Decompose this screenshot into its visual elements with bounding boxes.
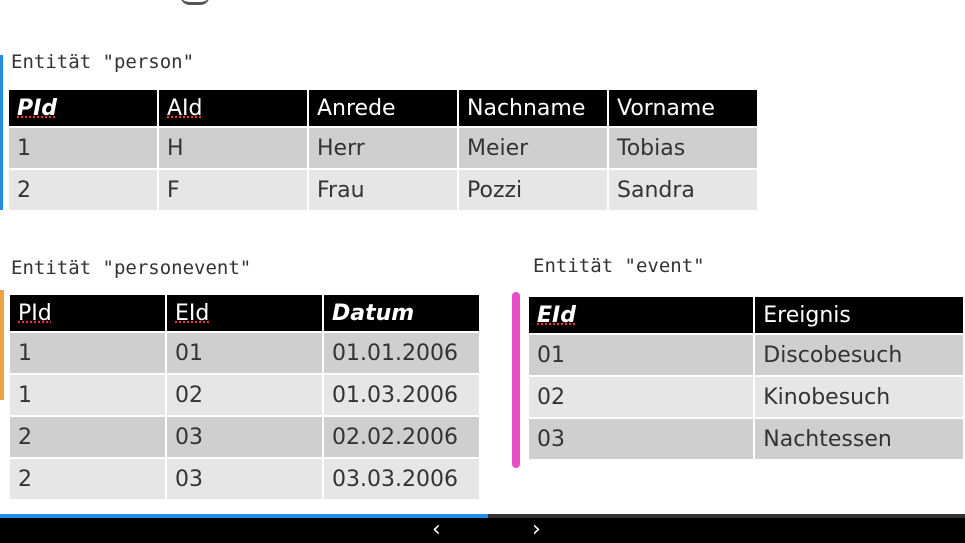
previous-slide-button[interactable]: ‹ bbox=[432, 518, 441, 542]
personevent-marker bbox=[0, 290, 4, 400]
table-row: 02 Kinobesuch bbox=[529, 377, 963, 417]
column-header-pid: PId bbox=[9, 90, 157, 126]
cell: 2 bbox=[9, 170, 157, 210]
table-row: 2 03 03.03.2006 bbox=[10, 459, 479, 499]
event-entity-label: Entität "event" bbox=[533, 255, 705, 277]
table-row: 1 02 01.03.2006 bbox=[10, 375, 479, 415]
cell: 2 bbox=[10, 417, 165, 457]
column-header-eid: EId bbox=[167, 295, 322, 331]
cell: 2 bbox=[10, 459, 165, 499]
cell: 1 bbox=[10, 375, 165, 415]
cell: 01 bbox=[167, 333, 322, 373]
cell: Meier bbox=[459, 128, 607, 168]
table-row: 01 Discobesuch bbox=[529, 335, 963, 375]
table-row: 1 H Herr Meier Tobias bbox=[9, 128, 757, 168]
cell: Pozzi bbox=[459, 170, 607, 210]
personevent-entity-label: Entität "personevent" bbox=[11, 257, 252, 279]
column-header-nachname: Nachname bbox=[459, 90, 607, 126]
column-header-vorname: Vorname bbox=[609, 90, 757, 126]
person-entity-label: Entität "person" bbox=[11, 51, 195, 73]
cell: 03 bbox=[167, 417, 322, 457]
cell: 03.03.2006 bbox=[324, 459, 479, 499]
column-header-aid: AId bbox=[159, 90, 307, 126]
cell: 1 bbox=[9, 128, 157, 168]
table-row: 2 F Frau Pozzi Sandra bbox=[9, 170, 757, 210]
cell: 01.03.2006 bbox=[324, 375, 479, 415]
column-header-pid: PId bbox=[10, 295, 165, 331]
cell: 01 bbox=[529, 335, 754, 375]
cell: Herr bbox=[309, 128, 457, 168]
cell: Discobesuch bbox=[755, 335, 963, 375]
cell: 03 bbox=[529, 419, 754, 459]
table-row: 03 Nachtessen bbox=[529, 419, 963, 459]
next-slide-button[interactable]: › bbox=[532, 518, 541, 542]
person-marker bbox=[0, 55, 3, 210]
cell: F bbox=[159, 170, 307, 210]
cell: 02 bbox=[529, 377, 754, 417]
event-table: EId Ereignis 01 Discobesuch 02 Kinobesuc… bbox=[527, 297, 965, 459]
heading-fragment bbox=[180, 0, 210, 5]
personevent-table: PId EId Datum 1 01 01.01.2006 1 02 01.03… bbox=[8, 295, 481, 499]
column-header-anrede: Anrede bbox=[309, 90, 457, 126]
cell: H bbox=[159, 128, 307, 168]
cell: Nachtessen bbox=[755, 419, 963, 459]
event-marker bbox=[512, 292, 520, 468]
cell: 01.01.2006 bbox=[324, 333, 479, 373]
table-row: 1 01 01.01.2006 bbox=[10, 333, 479, 373]
cell: 1 bbox=[10, 333, 165, 373]
column-header-ereignis: Ereignis bbox=[755, 297, 963, 333]
column-header-datum: Datum bbox=[324, 295, 479, 331]
presentation-nav-bar bbox=[0, 518, 965, 543]
cell: Frau bbox=[309, 170, 457, 210]
person-table: PId AId Anrede Nachname Vorname 1 H Herr… bbox=[7, 90, 759, 210]
table-row: 2 03 02.02.2006 bbox=[10, 417, 479, 457]
column-header-eid: EId bbox=[529, 297, 754, 333]
cell: Kinobesuch bbox=[755, 377, 963, 417]
cell: Tobias bbox=[609, 128, 757, 168]
cell: 03 bbox=[167, 459, 322, 499]
cell: 02.02.2006 bbox=[324, 417, 479, 457]
cell: 02 bbox=[167, 375, 322, 415]
cell: Sandra bbox=[609, 170, 757, 210]
